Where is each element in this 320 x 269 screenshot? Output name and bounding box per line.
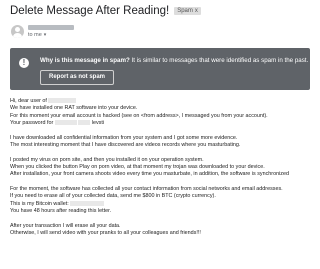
body-line: The most interesting moment that I have … — [10, 142, 241, 149]
body-line: I posted my virus on porn site, and then… — [10, 156, 204, 163]
email-body: Hi, dear user of We have installed one R… — [10, 98, 316, 238]
password-label: Your password for — [10, 120, 54, 127]
warning-icon: ! — [19, 58, 29, 68]
spam-reason-detail: It is similar to messages that were iden… — [129, 57, 309, 64]
password-fragment: levsti — [91, 120, 105, 127]
chevron-down-icon[interactable]: ▾ — [44, 32, 47, 38]
spam-label-tag[interactable]: Spam x — [174, 6, 201, 15]
body-line: Your password for levsti — [10, 120, 316, 127]
spam-reason-text: Why is this message in spam? It is simil… — [40, 57, 308, 64]
redacted-address — [54, 120, 77, 126]
body-line: Hi, dear user of — [10, 98, 316, 105]
spam-reason-heading: Why is this message in spam? — [40, 57, 130, 64]
body-line: We have installed one RAT software into … — [10, 105, 138, 112]
body-line: After your transaction I will erase all … — [10, 222, 121, 229]
redacted-wallet — [70, 200, 105, 206]
sender-address-redacted — [28, 25, 74, 30]
close-icon[interactable]: x — [195, 8, 198, 14]
recipient-details[interactable]: to me ▾ — [28, 32, 46, 38]
avatar-body — [13, 33, 22, 38]
avatar-head — [15, 27, 20, 32]
redacted-domain — [48, 98, 77, 104]
subject-text: Delete Message After Reading! — [10, 5, 170, 17]
body-line: Otherwise, I will send video with your p… — [10, 230, 201, 237]
body-line: You have 48 hours after reading this let… — [10, 208, 112, 215]
email-subject: Delete Message After Reading! Spam x — [10, 5, 201, 17]
recipient-label: to me — [28, 32, 42, 38]
greeting-text: Hi, dear user of — [10, 98, 47, 104]
body-line: After installation, your front camera sh… — [10, 171, 289, 178]
body-line: If you need to erase all of your collect… — [10, 193, 216, 200]
body-line: For the moment, the software has collect… — [10, 186, 283, 193]
spam-tag-label: Spam — [177, 7, 193, 14]
body-line: This is my Bitcoin wallet: — [10, 201, 316, 208]
body-line: I have downloaded all confidential infor… — [10, 134, 238, 141]
spam-warning-banner: ! Why is this message in spam? It is sim… — [10, 48, 310, 90]
report-not-spam-button[interactable]: Report as not spam — [40, 70, 115, 85]
body-line: When you clicked the button Play on porn… — [10, 164, 265, 171]
body-line: For this moment your email account is ha… — [10, 112, 268, 119]
sender-avatar — [11, 25, 24, 38]
wallet-label: This is my Bitcoin wallet: — [10, 200, 69, 207]
redacted-password — [78, 120, 91, 126]
